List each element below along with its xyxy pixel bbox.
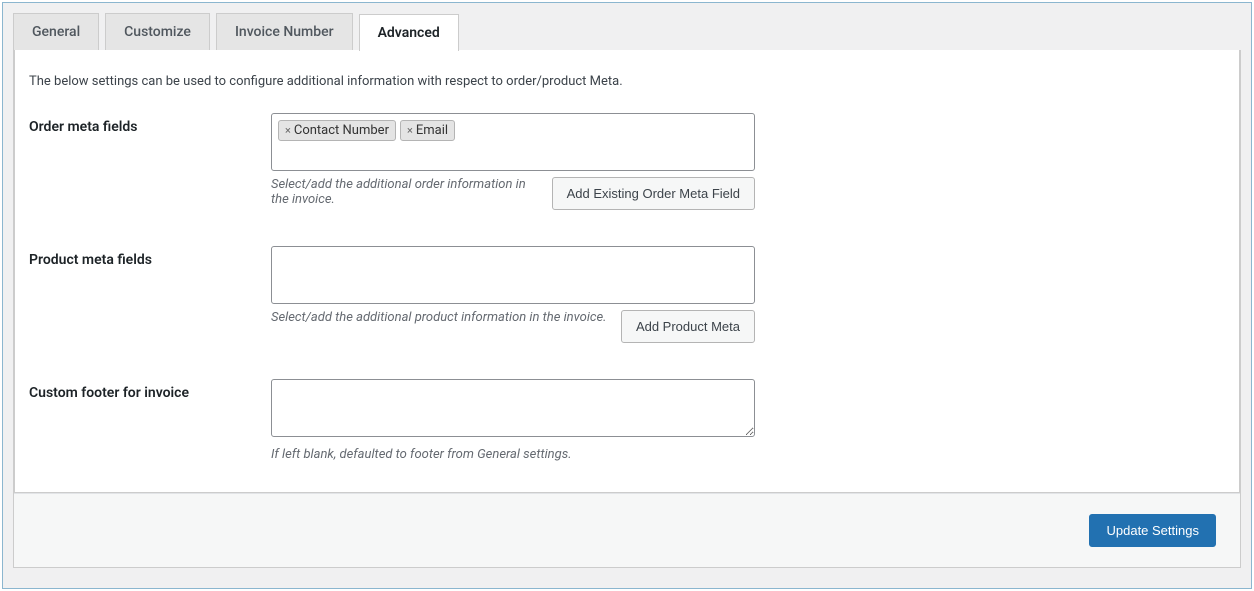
product-meta-description: Select/add the additional product inform…	[271, 310, 609, 325]
advanced-panel: The below settings can be used to config…	[14, 50, 1240, 493]
order-meta-tag: × Email	[400, 120, 455, 141]
product-meta-label: Product meta fields	[29, 246, 271, 268]
order-meta-control: × Contact Number × Email Select/add the …	[271, 113, 755, 210]
custom-footer-description: If left blank, defaulted to footer from …	[271, 447, 755, 462]
remove-tag-icon[interactable]: ×	[285, 124, 291, 137]
settings-container: General Customize Invoice Number Advance…	[2, 2, 1252, 589]
tabs-nav: General Customize Invoice Number Advance…	[13, 13, 1241, 50]
order-meta-input[interactable]: × Contact Number × Email	[271, 113, 755, 171]
footer-bar: Update Settings	[14, 493, 1240, 567]
tab-advanced[interactable]: Advanced	[359, 14, 459, 51]
remove-tag-icon[interactable]: ×	[407, 124, 413, 137]
tag-label: Email	[416, 123, 448, 138]
add-product-meta-button[interactable]: Add Product Meta	[621, 310, 755, 343]
add-order-meta-button[interactable]: Add Existing Order Meta Field	[552, 177, 755, 210]
custom-footer-label: Custom footer for invoice	[29, 379, 271, 401]
product-meta-control: Select/add the additional product inform…	[271, 246, 755, 343]
order-meta-description: Select/add the additional order informat…	[271, 177, 540, 207]
intro-text: The below settings can be used to config…	[29, 74, 1225, 89]
custom-footer-control: If left blank, defaulted to footer from …	[271, 379, 755, 462]
custom-footer-textarea[interactable]	[271, 379, 755, 437]
product-meta-input[interactable]	[271, 246, 755, 304]
tag-label: Contact Number	[294, 123, 389, 138]
custom-footer-desc-row: If left blank, defaulted to footer from …	[271, 447, 755, 462]
order-meta-desc-row: Select/add the additional order informat…	[271, 177, 755, 210]
update-settings-button[interactable]: Update Settings	[1089, 514, 1216, 547]
order-meta-tag: × Contact Number	[278, 120, 396, 141]
product-meta-row: Product meta fields Select/add the addit…	[29, 246, 1225, 343]
custom-footer-row: Custom footer for invoice If left blank,…	[29, 379, 1225, 462]
order-meta-row: Order meta fields × Contact Number × Ema…	[29, 113, 1225, 210]
panel-wrapper: The below settings can be used to config…	[13, 50, 1241, 568]
order-meta-label: Order meta fields	[29, 113, 271, 135]
product-meta-desc-row: Select/add the additional product inform…	[271, 310, 755, 343]
tab-customize[interactable]: Customize	[105, 13, 210, 50]
tab-invoice-number[interactable]: Invoice Number	[216, 13, 353, 50]
tab-general[interactable]: General	[13, 13, 99, 50]
